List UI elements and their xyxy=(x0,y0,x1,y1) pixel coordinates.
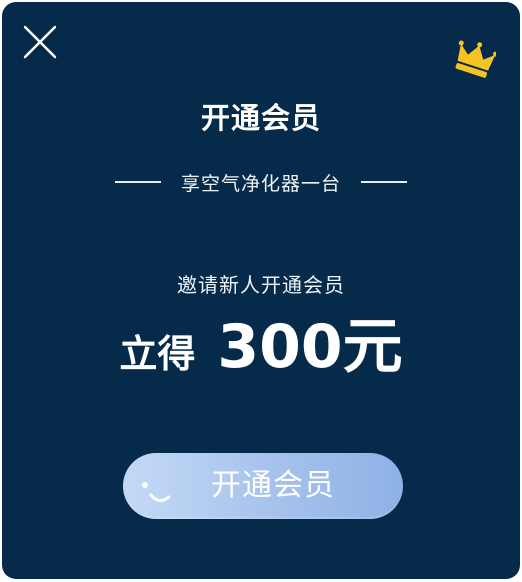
invite-text: 邀请新人开通会员 xyxy=(177,273,345,297)
subtitle-rule-right xyxy=(361,181,407,183)
membership-dialog: 开通会员 享空气净化器一台 邀请新人开通会员 立得 300元 开通会员 xyxy=(2,2,520,579)
open-membership-button[interactable]: 开通会员 xyxy=(123,453,403,519)
crown-icon xyxy=(455,40,496,78)
close-button[interactable] xyxy=(22,24,58,60)
subtitle: 享空气净化器一台 xyxy=(180,172,341,195)
reward-amount: 300元 xyxy=(217,312,403,382)
reward-prefix: 立得 xyxy=(119,332,196,376)
subtitle-row: 享空气净化器一台 xyxy=(2,166,520,198)
dialog-title: 开通会员 xyxy=(200,101,321,135)
open-membership-button-label[interactable]: 开通会员 xyxy=(123,453,403,519)
subtitle-rule-left xyxy=(114,181,161,183)
reward-line: 立得 300元 xyxy=(2,312,520,382)
close-icon[interactable] xyxy=(22,24,58,60)
